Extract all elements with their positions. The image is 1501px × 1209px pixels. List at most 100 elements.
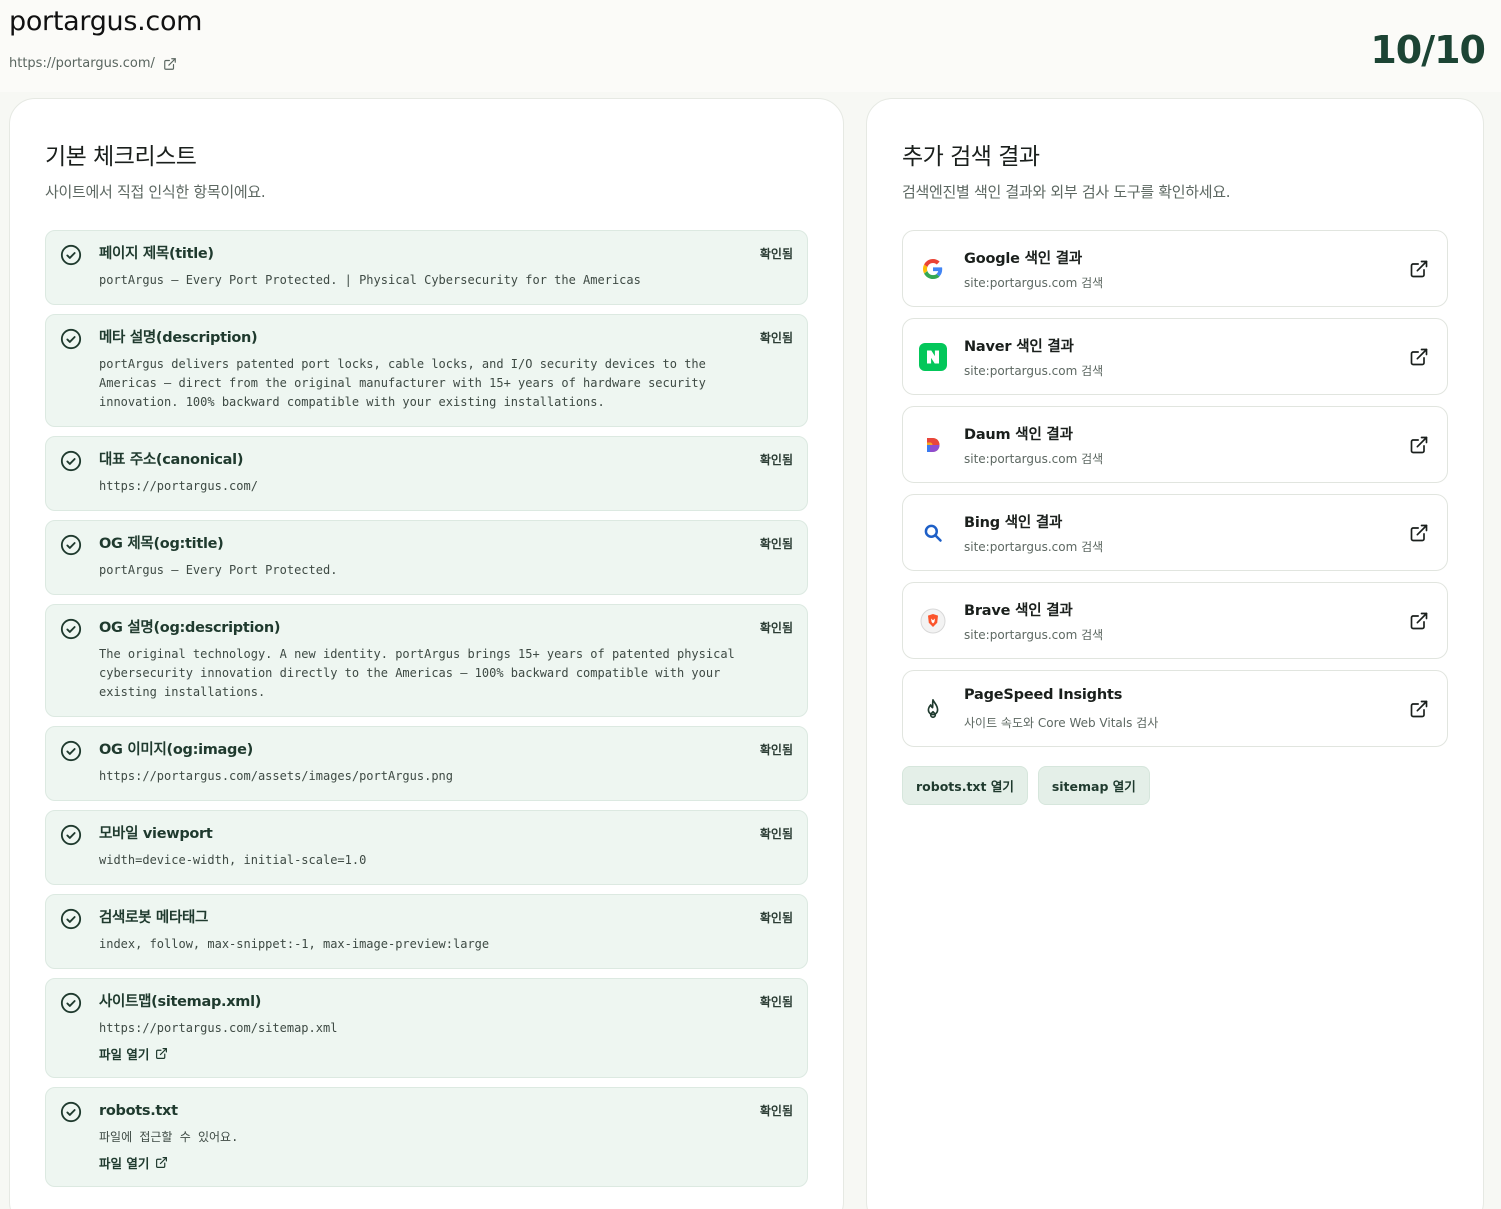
open-robots-button[interactable]: robots.txt 열기 [902,766,1028,805]
check-item-description: 메타 설명(description) 확인됨 portArgus deliver… [45,314,808,427]
status-badge: 확인됨 [759,911,793,925]
check-circle-icon [60,908,82,930]
status-badge: 확인됨 [759,331,793,345]
panel-title: 기본 체크리스트 [45,144,197,170]
check-circle-icon [60,1101,82,1123]
external-link-icon [1410,524,1428,542]
status-badge: 확인됨 [759,621,793,635]
status-badge: 확인됨 [759,537,793,551]
site-url-link[interactable]: https://portargus.com/ [9,56,177,71]
check-circle-icon [60,740,82,762]
check-item-og-image: OG 이미지(og:image) 확인됨 https://portargus.c… [45,726,808,801]
site-url-text: https://portargus.com/ [9,56,155,71]
check-value: portArgus — Every Port Protected. | Phys… [99,273,641,287]
check-value: https://portargus.com/ [99,479,258,493]
check-label: 모바일 viewport [99,826,213,842]
external-link-icon [1410,612,1428,630]
engine-name: Daum 색인 결과 [964,427,1073,443]
check-label: 페이지 제목(title) [99,246,214,262]
status-badge: 확인됨 [759,995,793,1009]
external-link-icon [1410,436,1428,454]
check-item-robots-txt: robots.txt 확인됨 파일에 접근할 수 있어요. 파일 열기 [45,1087,808,1187]
check-item-viewport: 모바일 viewport 확인됨 width=device-width, ini… [45,810,808,885]
status-badge: 확인됨 [759,1104,793,1118]
open-sitemap-button[interactable]: sitemap 열기 [1037,766,1150,805]
naver-logo-icon [919,343,947,371]
check-label: OG 이미지(og:image) [99,742,253,758]
check-label: 메타 설명(description) [99,330,258,346]
panel-subtitle: 사이트에서 직접 인식한 항목이에요. [45,183,266,201]
engine-query: site:portargus.com 검색 [964,628,1104,642]
check-circle-icon [60,824,82,846]
engine-name: Bing 색인 결과 [964,515,1063,531]
engine-naver[interactable]: Naver 색인 결과 site:portargus.com 검색 [902,318,1448,395]
check-circle-icon [60,328,82,350]
status-badge: 확인됨 [759,247,793,261]
check-circle-icon [60,534,82,556]
check-value: https://portargus.com/sitemap.xml [99,1021,338,1035]
external-link-icon [1410,260,1428,278]
engine-query: site:portargus.com 검색 [964,452,1104,466]
check-item-title: 페이지 제목(title) 확인됨 portArgus — Every Port… [45,230,808,305]
engine-name: Google 색인 결과 [964,251,1083,267]
external-link-icon [156,1048,168,1059]
google-logo-icon [919,255,947,283]
check-circle-icon [60,618,82,640]
check-label: 사이트맵(sitemap.xml) [99,994,262,1010]
engine-query: site:portargus.com 검색 [964,276,1104,290]
seo-score: 10/10 [1370,28,1486,72]
site-title: portargus.com [9,6,203,37]
status-badge: 확인됨 [759,743,793,757]
check-label: OG 제목(og:title) [99,536,224,552]
bing-search-icon [919,519,947,547]
pagespeed-icon [919,695,947,723]
engine-bing[interactable]: Bing 색인 결과 site:portargus.com 검색 [902,494,1448,571]
check-value: portArgus delivers patented port locks, … [99,357,706,409]
status-badge: 확인됨 [759,453,793,467]
check-label: OG 설명(og:description) [99,620,281,636]
page-header: portargus.com https://portargus.com/ 10/… [0,0,1501,92]
engine-name: PageSpeed Insights [964,687,1123,703]
check-label: 검색로봇 메타태그 [99,910,209,926]
engine-brave[interactable]: Brave 색인 결과 site:portargus.com 검색 [902,582,1448,659]
brave-logo-icon [919,607,947,635]
check-circle-icon [60,992,82,1014]
engine-pagespeed[interactable]: PageSpeed Insights 사이트 속도와 Core Web Vita… [902,670,1448,747]
check-item-og-description: OG 설명(og:description) 확인됨 The original t… [45,604,808,717]
check-value: portArgus — Every Port Protected. [99,563,338,577]
external-link-icon [156,1157,168,1168]
engine-google[interactable]: Google 색인 결과 site:portargus.com 검색 [902,230,1448,307]
engine-query: site:portargus.com 검색 [964,540,1104,554]
engine-daum[interactable]: Daum 색인 결과 site:portargus.com 검색 [902,406,1448,483]
engine-name: Brave 색인 결과 [964,603,1073,619]
engine-name: Naver 색인 결과 [964,339,1074,355]
check-value: width=device-width, initial-scale=1.0 [99,853,367,867]
check-label: 대표 주소(canonical) [99,452,244,468]
panel-subtitle: 검색엔진별 색인 결과와 외부 검사 도구를 확인하세요. [902,183,1231,201]
engine-query: site:portargus.com 검색 [964,364,1104,378]
basic-checklist-panel: 기본 체크리스트 사이트에서 직접 인식한 항목이에요. 페이지 제목(titl… [9,98,844,1209]
check-value: https://portargus.com/assets/images/port… [99,769,454,783]
check-value: The original technology. A new identity.… [99,647,735,699]
external-link-icon [1410,700,1428,718]
check-item-sitemap: 사이트맵(sitemap.xml) 확인됨 https://portargus.… [45,978,808,1078]
open-sitemap-file-link[interactable]: 파일 열기 [99,1044,793,1063]
file-link-label: 파일 열기 [99,1156,150,1171]
check-item-og-title: OG 제목(og:title) 확인됨 portArgus — Every Po… [45,520,808,595]
check-value: 파일에 접근할 수 있어요. [99,1130,239,1144]
panel-title: 추가 검색 결과 [902,144,1040,170]
file-link-label: 파일 열기 [99,1047,150,1062]
external-link-icon [1410,348,1428,366]
check-label: robots.txt [99,1103,178,1119]
open-robots-file-link[interactable]: 파일 열기 [99,1153,793,1172]
engine-query: 사이트 속도와 Core Web Vitals 검사 [964,716,1159,730]
status-badge: 확인됨 [759,827,793,841]
check-circle-icon [60,244,82,266]
external-link-icon [164,57,176,70]
engine-list: Google 색인 결과 site:portargus.com 검색 Naver… [902,230,1448,758]
check-item-canonical: 대표 주소(canonical) 확인됨 https://portargus.c… [45,436,808,511]
check-value: index, follow, max-snippet:-1, max-image… [99,937,490,951]
checklist: 페이지 제목(title) 확인됨 portArgus — Every Port… [45,230,808,1196]
daum-logo-icon [919,431,947,459]
check-circle-icon [60,450,82,472]
